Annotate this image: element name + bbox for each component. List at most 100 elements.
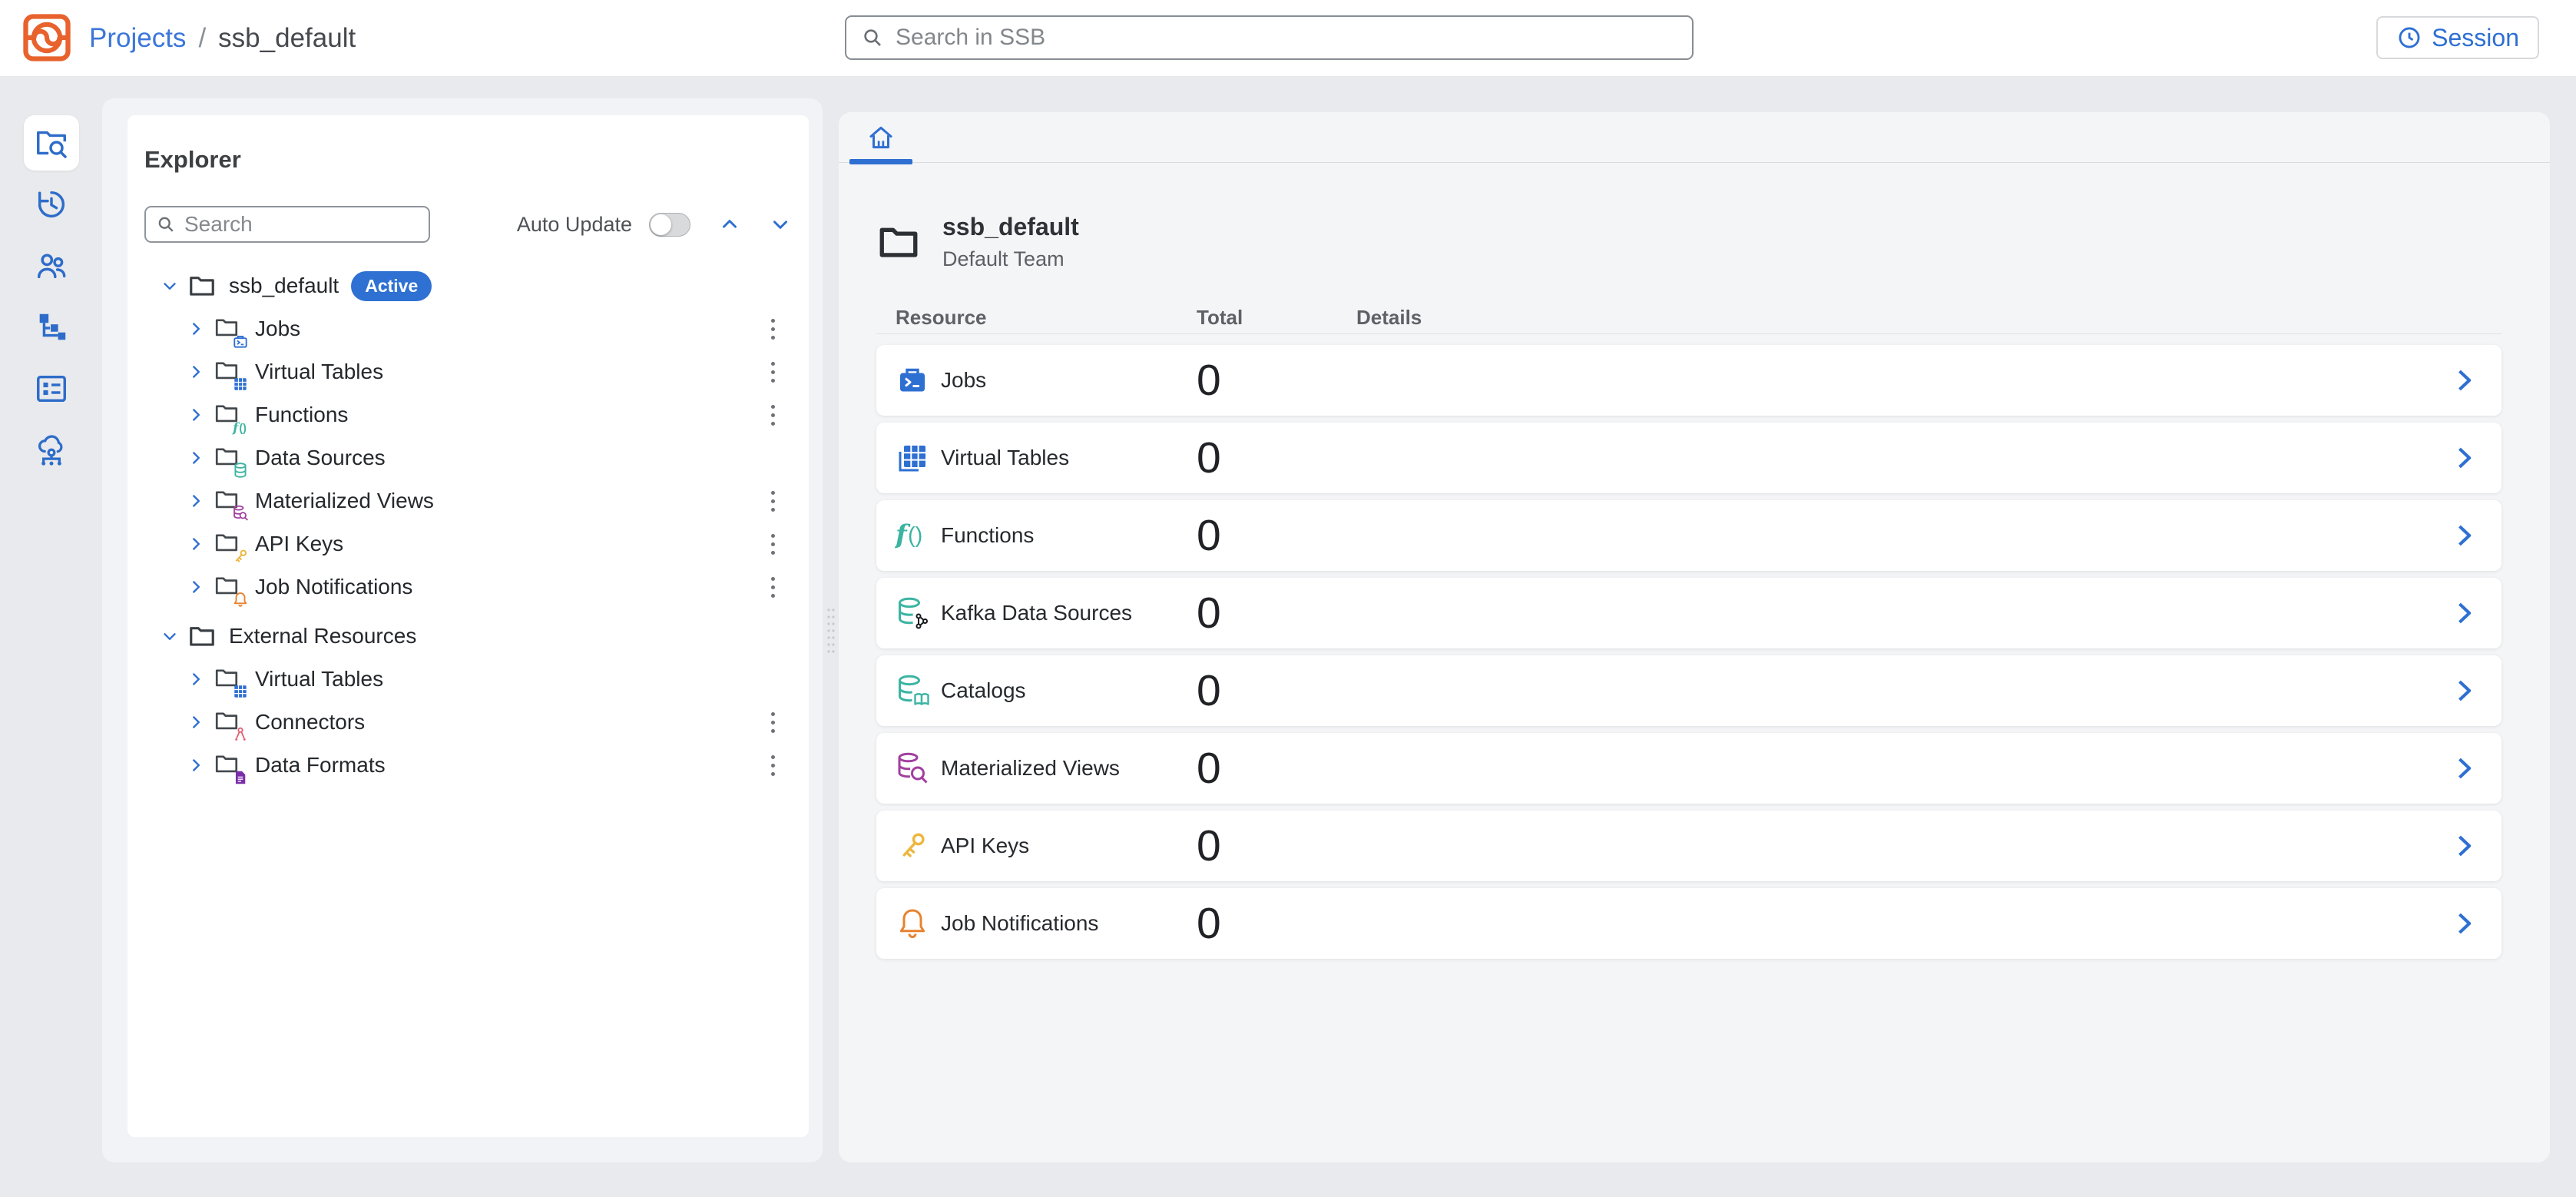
toggle-knob (651, 214, 671, 235)
tab-bar (839, 112, 2550, 163)
chevron-right-icon[interactable] (184, 755, 207, 775)
tree-item-external-resources[interactable]: External Resources (144, 615, 792, 658)
tree-item-functions[interactable]: f () Functions (144, 393, 792, 436)
rail-item-teams[interactable] (24, 238, 79, 293)
rail-item-cloud-resources[interactable] (24, 423, 79, 478)
tree-item-data-formats[interactable]: Data Formats (144, 744, 792, 787)
tree-item-materialized-views[interactable]: Materialized Views (144, 479, 792, 522)
chevron-right-icon[interactable] (184, 577, 207, 597)
chevron-right-icon[interactable] (184, 448, 207, 468)
explorer-title: Explorer (144, 146, 792, 174)
chevron-down-icon[interactable] (158, 276, 181, 296)
session-label: Session (2432, 24, 2519, 52)
kebab-menu-icon[interactable] (760, 313, 786, 344)
tree-item-data-sources[interactable]: Data Sources (144, 436, 792, 479)
resource-total: 0 (1197, 665, 1356, 716)
tree-item-label: Materialized Views (255, 489, 434, 513)
main-panel: ssb_default Default Team Resource Total … (839, 112, 2550, 1162)
chevron-right-icon[interactable] (184, 669, 207, 689)
history-clock-icon (34, 187, 69, 222)
svg-text:(): () (908, 523, 922, 548)
collapse-all-button[interactable] (718, 213, 741, 236)
main-content: ssb_default Default Team Resource Total … (839, 164, 2550, 1162)
folder-icon (187, 622, 217, 651)
api-keys-icon (895, 828, 941, 864)
breadcrumb-current: ssb_default (218, 23, 356, 54)
chevron-right-icon[interactable] (184, 491, 207, 511)
explorer-controls: Auto Update (144, 206, 792, 243)
resource-row-job-notifications[interactable]: Job Notifications 0 (876, 888, 2502, 959)
resource-total: 0 (1197, 355, 1356, 406)
explorer-search-input[interactable] (184, 212, 419, 237)
kebab-menu-icon[interactable] (760, 529, 786, 559)
chevron-right-icon[interactable] (2449, 521, 2478, 550)
auto-update-control: Auto Update (517, 213, 690, 237)
rail-item-explorer[interactable] (24, 115, 79, 171)
chevron-right-icon[interactable] (184, 534, 207, 554)
search-icon (155, 214, 177, 235)
explorer-search[interactable] (144, 206, 430, 243)
explorer-tree: ssb_default Active Jobs (144, 264, 792, 787)
table-header: Resource Total Details (876, 302, 2502, 334)
column-header-total: Total (1197, 306, 1356, 330)
chevron-right-icon[interactable] (184, 362, 207, 382)
expand-all-button[interactable] (769, 213, 792, 236)
tree-item-ssb-default[interactable]: ssb_default Active (144, 264, 792, 307)
tree-item-virtual-tables[interactable]: Virtual Tables (144, 350, 792, 393)
resource-row-materialized-views[interactable]: Materialized Views 0 (876, 733, 2502, 804)
tree-item-connectors[interactable]: Connectors (144, 701, 792, 744)
rail-item-forms[interactable] (24, 361, 79, 416)
tree-item-api-keys[interactable]: API Keys (144, 522, 792, 565)
kebab-menu-icon[interactable] (760, 750, 786, 781)
kebab-menu-icon[interactable] (760, 572, 786, 602)
drag-grip-icon (826, 607, 836, 655)
resource-row-jobs[interactable]: Jobs 0 (876, 345, 2502, 416)
chevron-right-icon[interactable] (2449, 443, 2478, 472)
tree-item-job-notifications[interactable]: Job Notifications (144, 565, 792, 608)
resource-row-api-keys[interactable]: API Keys 0 (876, 811, 2502, 881)
ssb-logo-icon[interactable] (22, 12, 72, 63)
breadcrumb-projects-link[interactable]: Projects (89, 23, 186, 54)
chevron-down-icon[interactable] (158, 626, 181, 646)
chevron-right-icon[interactable] (2449, 831, 2478, 860)
column-header-details: Details (1356, 306, 2502, 330)
chevron-right-icon[interactable] (2449, 366, 2478, 395)
rail-item-topology[interactable] (24, 300, 79, 355)
chevron-right-icon[interactable] (184, 319, 207, 339)
resource-row-kafka-data-sources[interactable]: Kafka Data Sources 0 (876, 578, 2502, 648)
tree-item-external-virtual-tables[interactable]: Virtual Tables (144, 658, 792, 701)
global-search-input[interactable] (896, 25, 1678, 51)
kebab-menu-icon[interactable] (760, 707, 786, 738)
active-status-badge: Active (351, 271, 432, 301)
chevron-right-icon[interactable] (2449, 676, 2478, 705)
panel-resize-handle[interactable] (823, 98, 839, 1162)
explorer-panel: Explorer Auto Update (102, 98, 823, 1162)
folder-connectors-icon (214, 708, 243, 737)
kebab-menu-icon[interactable] (760, 486, 786, 516)
tab-home[interactable] (849, 112, 912, 163)
folder-icon (187, 271, 217, 300)
resource-total: 0 (1197, 743, 1356, 794)
resource-row-functions[interactable]: f () Functions 0 (876, 500, 2502, 571)
folder-api-keys-icon (214, 529, 243, 559)
jobs-icon (895, 363, 941, 398)
job-notifications-icon (895, 906, 941, 941)
resource-row-virtual-tables[interactable]: Virtual Tables 0 (876, 423, 2502, 493)
chevron-right-icon[interactable] (2449, 598, 2478, 628)
folder-job-notifications-icon (214, 572, 243, 602)
kebab-menu-icon[interactable] (760, 400, 786, 430)
resource-label: Materialized Views (941, 756, 1197, 781)
tree-item-jobs[interactable]: Jobs (144, 307, 792, 350)
auto-update-toggle[interactable] (649, 213, 690, 237)
users-icon (34, 248, 69, 284)
chevron-right-icon[interactable] (2449, 909, 2478, 938)
kebab-menu-icon[interactable] (760, 356, 786, 387)
rail-item-history[interactable] (24, 177, 79, 232)
resource-row-catalogs[interactable]: Catalogs 0 (876, 655, 2502, 726)
chevron-right-icon[interactable] (2449, 754, 2478, 783)
global-search[interactable] (845, 15, 1694, 60)
chevron-right-icon[interactable] (184, 405, 207, 425)
chevron-right-icon[interactable] (184, 712, 207, 732)
session-button[interactable]: Session (2376, 16, 2539, 59)
folder-virtual-tables-icon (214, 665, 243, 694)
